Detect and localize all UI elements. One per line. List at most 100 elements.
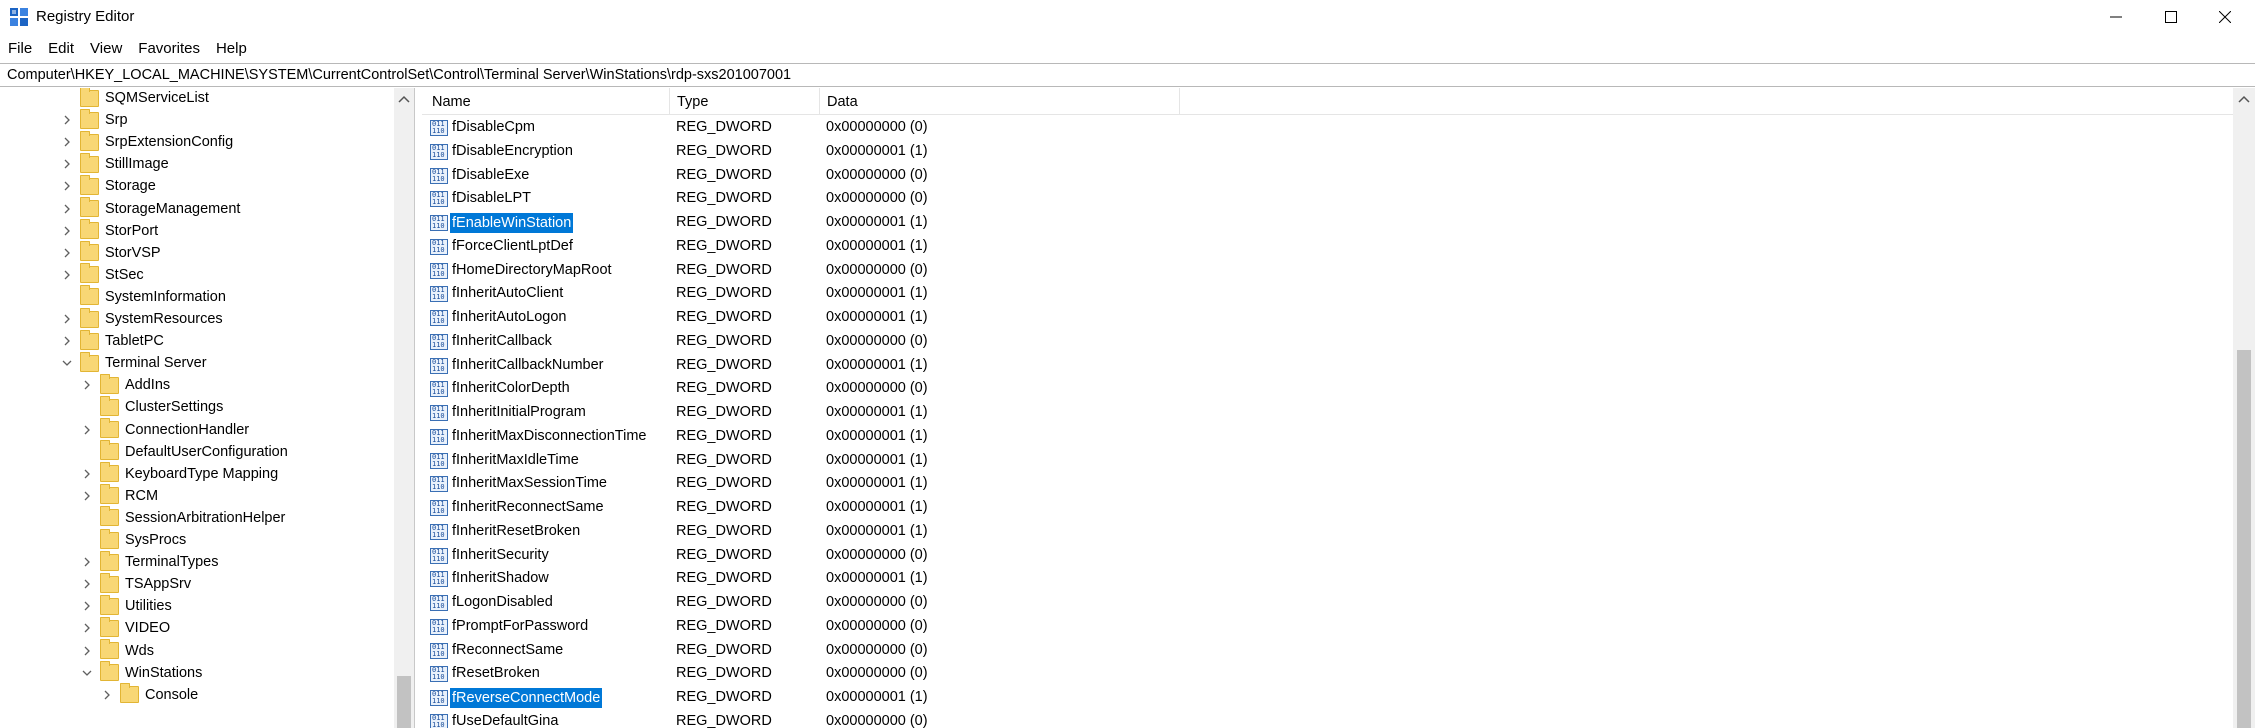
chevron-right-icon[interactable] (60, 179, 74, 193)
menu-view[interactable]: View (82, 38, 130, 60)
tree-item[interactable]: Console (100, 683, 198, 706)
column-divider[interactable] (819, 88, 820, 115)
value-row[interactable]: fDisableLPT REG_DWORD 0x00000000 (0) (422, 187, 1822, 211)
value-row[interactable]: fDisableCpm REG_DWORD 0x00000000 (0) (422, 116, 1822, 140)
tree-item[interactable]: Utilities (80, 594, 172, 617)
chevron-right-icon[interactable] (60, 224, 74, 238)
value-row[interactable]: fInheritAutoLogon REG_DWORD 0x00000001 (1) (422, 306, 1822, 330)
value-row[interactable]: fInheritMaxSessionTime REG_DWORD 0x0000000… (422, 472, 1822, 496)
chevron-right-icon[interactable] (60, 113, 74, 127)
chevron-right-icon[interactable] (60, 157, 74, 171)
tree-item[interactable]: VIDEO (80, 616, 170, 639)
address-bar[interactable]: Computer\HKEY_LOCAL_MACHINE\SYSTEM\Curre… (0, 63, 2255, 87)
column-divider[interactable] (1179, 88, 1180, 115)
tree-item[interactable]: StillImage (60, 152, 169, 175)
tree-item[interactable]: TabletPC (60, 329, 164, 352)
chevron-right-icon[interactable] (80, 378, 94, 392)
tree-item[interactable]: StorVSP (60, 241, 161, 264)
value-row[interactable]: fUseDefaultGina REG_DWORD 0x00000000 (0) (422, 710, 1822, 728)
chevron-right-icon[interactable] (80, 555, 94, 569)
column-divider[interactable] (669, 88, 670, 115)
tree-item[interactable]: StSec (60, 263, 144, 286)
tree-item[interactable]: AddIns (80, 373, 170, 396)
scroll-up-icon[interactable] (398, 94, 410, 104)
chevron-right-icon[interactable] (80, 621, 94, 635)
tree-item[interactable]: Wds (80, 639, 154, 662)
chevron-right-icon[interactable] (60, 312, 74, 326)
chevron-right-icon[interactable] (80, 599, 94, 613)
value-row[interactable]: fInheritCallback REG_DWORD 0x00000000 (0) (422, 330, 1822, 354)
tree-item[interactable]: SQMServiceList (60, 88, 209, 109)
menu-help[interactable]: Help (208, 38, 255, 60)
tree-item[interactable]: WinStations (80, 661, 202, 684)
chevron-right-icon[interactable] (80, 467, 94, 481)
value-row[interactable]: fDisableEncryption REG_DWORD 0x00000001 (1… (422, 140, 1822, 164)
value-row[interactable]: fInheritCallbackNumber REG_DWORD 0x0000000… (422, 354, 1822, 378)
tree-item[interactable]: SystemResources (60, 307, 223, 330)
chevron-right-icon[interactable] (60, 135, 74, 149)
tree-item[interactable]: SysProcs (80, 528, 186, 551)
tree-item[interactable]: StorageManagement (60, 197, 240, 220)
address-path[interactable]: Computer\HKEY_LOCAL_MACHINE\SYSTEM\Curre… (7, 67, 791, 83)
chevron-down-icon[interactable] (80, 666, 94, 680)
tree-item[interactable]: Terminal Server (60, 351, 207, 374)
value-row[interactable]: fInheritMaxIdleTime REG_DWORD 0x00000001 (… (422, 449, 1822, 473)
tree-item[interactable]: DefaultUserConfiguration (80, 440, 288, 463)
chevron-right-icon[interactable] (80, 577, 94, 591)
scroll-up-icon[interactable] (2238, 94, 2250, 104)
list-scrollbar[interactable] (2233, 88, 2255, 728)
chevron-down-icon[interactable] (60, 356, 74, 370)
tree-item[interactable]: SessionArbitrationHelper (80, 506, 285, 529)
close-button[interactable] (2194, 0, 2255, 34)
value-row[interactable]: fInheritMaxDisconnectionTime REG_DWORD 0x0… (422, 425, 1822, 449)
menu-file[interactable]: File (0, 38, 40, 60)
chevron-right-icon[interactable] (60, 246, 74, 260)
tree-item[interactable]: KeyboardType Mapping (80, 462, 278, 485)
value-row[interactable]: fInheritColorDepth REG_DWORD 0x00000000 (0… (422, 377, 1822, 401)
value-row[interactable]: fInheritReconnectSame REG_DWORD 0x00000001… (422, 496, 1822, 520)
tree-item[interactable]: Srp (60, 108, 128, 131)
value-row[interactable]: fPromptForPassword REG_DWORD 0x00000000 (0… (422, 615, 1822, 639)
value-row[interactable]: fInheritSecurity REG_DWORD 0x00000000 (0) (422, 544, 1822, 568)
value-row[interactable]: fEnableWinStation REG_DWORD 0x00000001 (1) (422, 211, 1822, 235)
value-row[interactable]: fHomeDirectoryMapRoot REG_DWORD 0x00000000… (422, 259, 1822, 283)
chevron-right-icon[interactable] (80, 644, 94, 658)
tree-item[interactable]: TerminalTypes (80, 550, 218, 573)
key-tree[interactable]: SQMServiceList Srp SrpExtensionConfig Still… (0, 88, 415, 728)
column-data-header[interactable]: Data (827, 94, 858, 110)
chevron-right-icon[interactable] (60, 268, 74, 282)
value-row[interactable]: fInheritResetBroken REG_DWORD 0x00000001 (… (422, 520, 1822, 544)
tree-item[interactable]: Storage (60, 174, 156, 197)
tree-item[interactable]: ClusterSettings (80, 395, 223, 418)
value-row[interactable]: fResetBroken REG_DWORD 0x00000000 (0) (422, 662, 1822, 686)
tree-item[interactable]: RCM (80, 484, 158, 507)
tree-scrollbar[interactable] (394, 88, 414, 728)
value-row[interactable]: fReconnectSame REG_DWORD 0x00000000 (0) (422, 639, 1822, 663)
chevron-right-icon[interactable] (80, 489, 94, 503)
menu-favorites[interactable]: Favorites (130, 38, 208, 60)
tree-item[interactable]: SystemInformation (60, 285, 226, 308)
maximize-button[interactable] (2140, 0, 2202, 34)
value-row[interactable]: fInheritInitialProgram REG_DWORD 0x0000000… (422, 401, 1822, 425)
tree-scroll-thumb[interactable] (397, 676, 411, 728)
tree-item[interactable]: StorPort (60, 219, 158, 242)
value-row[interactable]: fForceClientLptDef REG_DWORD 0x00000001 (1… (422, 235, 1822, 259)
chevron-right-icon[interactable] (60, 334, 74, 348)
value-row[interactable]: fInheritAutoClient REG_DWORD 0x00000001 (1… (422, 282, 1822, 306)
minimize-button[interactable] (2085, 0, 2147, 34)
menu-edit[interactable]: Edit (40, 38, 82, 60)
list-scroll-thumb[interactable] (2237, 350, 2251, 728)
value-row[interactable]: fInheritShadow REG_DWORD 0x00000001 (1) (422, 567, 1822, 591)
value-row[interactable]: fDisableExe REG_DWORD 0x00000000 (0) (422, 164, 1822, 188)
tree-item[interactable]: SrpExtensionConfig (60, 130, 233, 153)
tree-item[interactable]: ConnectionHandler (80, 418, 249, 441)
chevron-right-icon[interactable] (80, 423, 94, 437)
chevron-right-icon[interactable] (100, 688, 114, 702)
tree-item[interactable]: TSAppSrv (80, 572, 191, 595)
chevron-right-icon[interactable] (60, 202, 74, 216)
column-type-header[interactable]: Type (677, 94, 708, 110)
column-name-header[interactable]: Name (432, 94, 471, 110)
value-row[interactable]: fReverseConnectMode REG_DWORD 0x00000001 (… (422, 686, 1822, 710)
value-row[interactable]: fLogonDisabled REG_DWORD 0x00000000 (0) (422, 591, 1822, 615)
values-list[interactable]: Name Type Data fDisableCpm REG_DWORD 0x000… (422, 88, 2233, 728)
